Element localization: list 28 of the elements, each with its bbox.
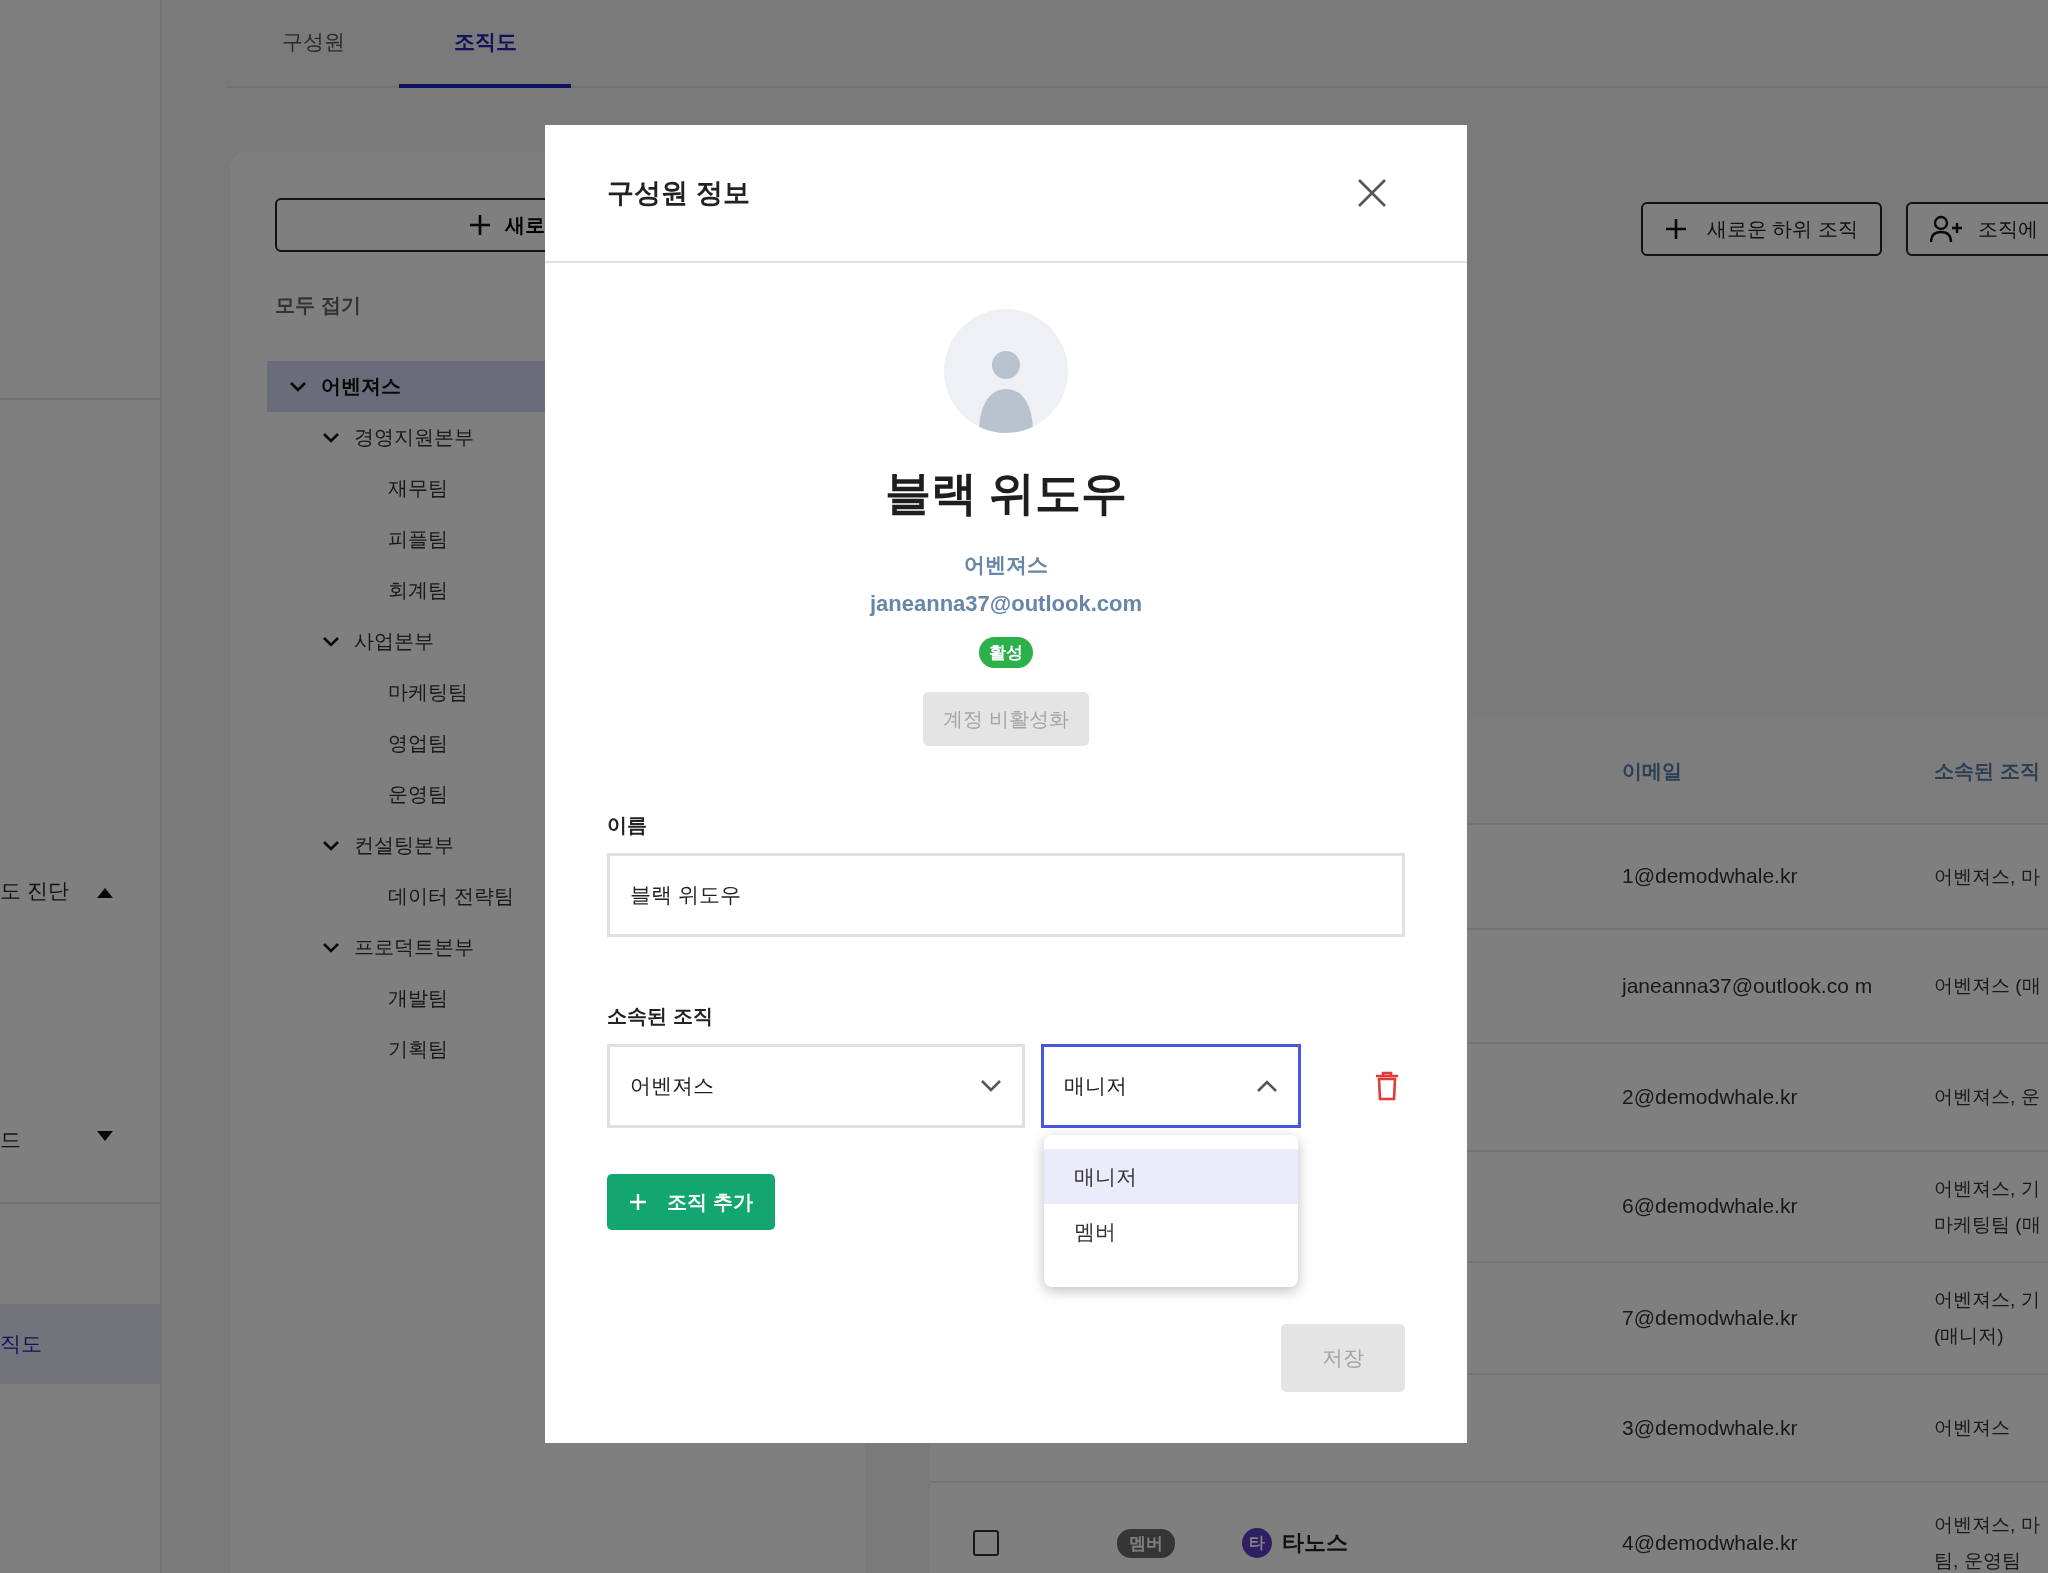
member-name: 블랙 위도우 xyxy=(884,466,1128,521)
member-name: 타노스 xyxy=(1282,1529,1348,1557)
column-header: 소속된 조직 xyxy=(1933,758,2041,784)
organization-cell-text: 어벤져스 (매 xyxy=(1934,974,2041,998)
member-organization: 어벤져스 xyxy=(964,552,1048,578)
organization-cell-text: (매니저) xyxy=(1934,1324,2004,1348)
organization-cell-text: 어벤져스 xyxy=(1934,1416,2010,1440)
email-cell-text: 1@demodwhale.kr xyxy=(1622,863,1798,890)
avatar-initial: 타 xyxy=(1242,1528,1272,1558)
email-cell-text: 2@demodwhale.kr xyxy=(1622,1083,1798,1110)
email-cell-text: 3@demodwhale.kr xyxy=(1622,1414,1798,1441)
organization-cell-text: 어벤져스, 기 xyxy=(1934,1176,2040,1201)
organization-cell-text: 팀, 운영팀 xyxy=(1934,1549,2021,1573)
status-badge: 활성 xyxy=(979,637,1033,668)
organization-cell-text: 마케팅팀 (매 xyxy=(1934,1212,2041,1237)
organization-cell-text: 어벤져스, 마 xyxy=(1934,864,2040,889)
email-cell-text: janeanna37@outlook.co m xyxy=(1622,972,1873,999)
organization-cell-text: 어벤져스, 마 xyxy=(1934,1513,2040,1537)
email-cell-text: 6@demodwhale.kr xyxy=(1622,1193,1798,1220)
member-email: janeanna37@outlook.com xyxy=(869,591,1143,617)
organization-cell-text: 어벤져스, 기 xyxy=(1934,1288,2040,1312)
field-label: 소속된 조직 xyxy=(607,1004,714,1029)
role-badge: 멤버 xyxy=(1117,1528,1175,1558)
column-header: 이메일 xyxy=(1621,758,1683,784)
email-cell-text: 7@demodwhale.kr xyxy=(1622,1304,1798,1331)
email-cell-text: 4@demodwhale.kr xyxy=(1622,1529,1798,1556)
field-label: 이름 xyxy=(607,813,648,838)
organization-cell-text: 어벤져스, 운 xyxy=(1934,1085,2040,1109)
